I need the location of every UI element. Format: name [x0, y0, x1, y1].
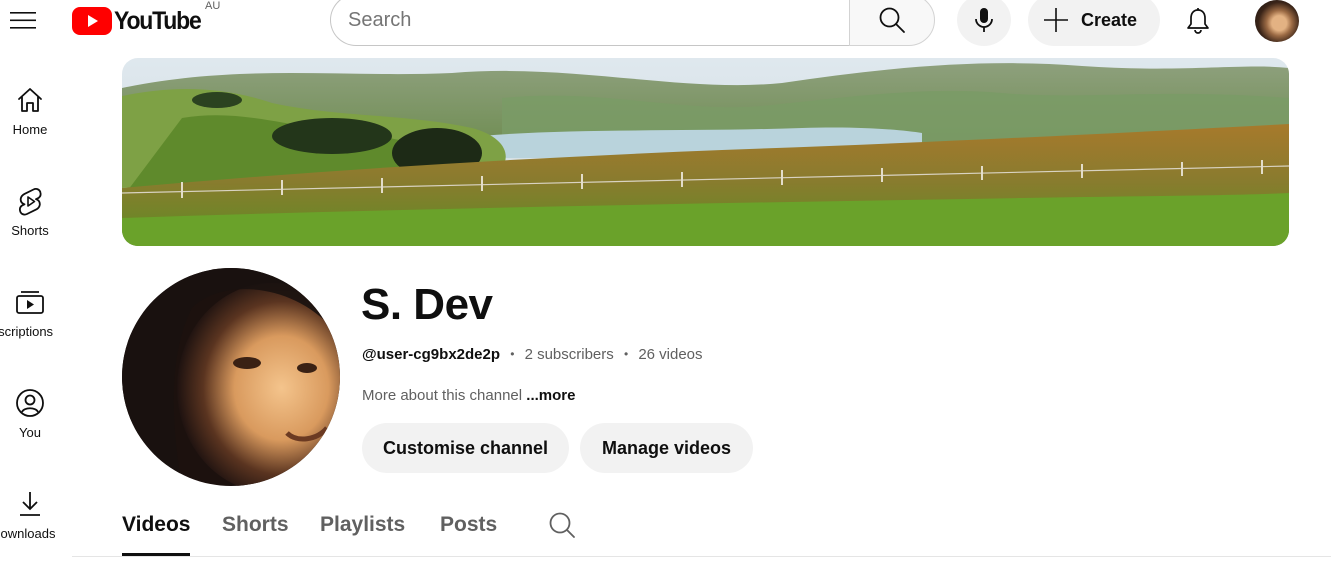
channel-handle: @user-cg9bx2de2p	[362, 346, 501, 363]
search-icon	[879, 7, 905, 33]
channel-name: S. Dev	[361, 280, 493, 329]
youtube-play-icon	[72, 7, 112, 35]
sidebar-item-label: bscriptions	[0, 324, 54, 339]
tab-playlists[interactable]: Playlists	[320, 513, 405, 556]
subscriptions-icon	[16, 291, 44, 314]
notifications-button[interactable]	[1176, 0, 1220, 42]
manage-videos-button[interactable]: Manage videos	[580, 423, 753, 473]
subscriber-count: 2 subscribers	[524, 346, 614, 363]
channel-tabs: Videos Shorts Playlists Posts	[72, 505, 1331, 557]
video-count: 26 videos	[638, 346, 703, 363]
country-code: AU	[205, 0, 221, 12]
sidebar-item-subscriptions[interactable]: bscriptions	[0, 272, 60, 362]
customise-channel-button[interactable]: Customise channel	[362, 423, 569, 473]
create-label: Create	[1081, 9, 1138, 30]
sidebar-item-shorts[interactable]: Shorts	[0, 171, 60, 261]
channel-avatar-image	[122, 268, 340, 486]
voice-search-button[interactable]	[957, 0, 1011, 46]
sidebar-item-home[interactable]: Home	[0, 70, 60, 160]
logo-text: YouTube	[114, 6, 202, 35]
bell-icon	[1187, 8, 1209, 34]
banner-landscape-image	[122, 58, 1289, 246]
sidebar-item-label: Shorts	[11, 223, 49, 238]
search-bar	[330, 0, 935, 46]
search-input[interactable]	[348, 8, 849, 32]
masthead: YouTube AU Create	[0, 0, 1331, 46]
home-icon	[18, 88, 42, 112]
channel-search-icon[interactable]	[548, 511, 576, 539]
sidebar-item-label: Home	[12, 122, 48, 137]
downloads-icon	[20, 492, 40, 516]
sidebar-item-label: ownloads	[0, 526, 56, 541]
sidebar-item-label: You	[19, 425, 41, 440]
search-box	[330, 0, 849, 46]
channel-banner	[122, 58, 1289, 246]
sidebar-item-you[interactable]: You	[0, 373, 60, 463]
shorts-icon	[18, 188, 42, 216]
separator-dot: •	[510, 347, 515, 361]
separator-dot: •	[623, 347, 629, 361]
more-link[interactable]: ...more	[526, 387, 575, 404]
about-text: More about this channel	[362, 387, 523, 404]
plus-icon	[1044, 8, 1068, 32]
channel-avatar[interactable]	[122, 268, 340, 486]
tab-shorts[interactable]: Shorts	[222, 513, 289, 556]
microphone-icon	[975, 8, 993, 32]
hamburger-icon	[10, 12, 36, 29]
tab-videos[interactable]: Videos	[122, 513, 191, 556]
about-channel-link[interactable]: More about this channel ...more	[362, 387, 575, 404]
search-button[interactable]	[849, 0, 935, 46]
tab-posts[interactable]: Posts	[440, 513, 497, 556]
channel-meta: @user-cg9bx2de2p • 2 subscribers • 26 vi…	[362, 346, 703, 363]
you-icon	[16, 389, 44, 417]
youtube-logo[interactable]: YouTube	[72, 5, 208, 37]
menu-button[interactable]	[5, 2, 41, 38]
create-button[interactable]: Create	[1028, 0, 1160, 46]
sidebar-item-downloads[interactable]: ownloads	[0, 474, 60, 564]
account-avatar[interactable]	[1255, 0, 1299, 42]
